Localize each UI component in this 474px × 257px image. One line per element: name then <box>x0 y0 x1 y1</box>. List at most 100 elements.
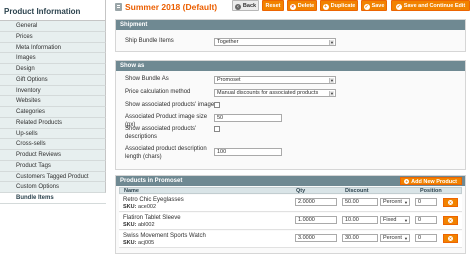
product-name: Swiss Movement Sports Watch <box>123 233 206 239</box>
image-size-input[interactable]: 50 <box>214 114 282 122</box>
save-check-icon: ✓ <box>363 4 370 10</box>
delete-icon: × <box>448 200 453 205</box>
discount-input[interactable]: 30.00 <box>342 234 378 242</box>
show-descriptions-label: Show associated products' descriptions <box>125 126 197 140</box>
sidebar-item-product-tags[interactable]: Product Tags <box>0 160 106 172</box>
products-section-title: Products in Promoset + Add New Product <box>116 176 465 186</box>
products-table-header: Name Qty Discount Position <box>119 187 462 194</box>
discount-input[interactable]: 50.00 <box>342 198 378 206</box>
delete-button[interactable]: × Delete <box>287 0 317 11</box>
save-button-label: Save <box>371 3 385 9</box>
price-calculation-select[interactable]: Manual discounts for associated products… <box>214 89 336 97</box>
table-row: Flatiron Tablet Sleeve SKU: abl002 1.000… <box>119 213 462 230</box>
sidebar-item-related-products[interactable]: Related Products <box>0 117 106 129</box>
discount-type-select[interactable]: Percent ▼ <box>380 234 410 242</box>
sidebar-item-categories[interactable]: Categories <box>0 107 106 118</box>
column-qty: Qty <box>296 188 306 194</box>
position-input[interactable]: 0 <box>415 234 437 242</box>
show-images-checkbox[interactable] <box>214 102 220 108</box>
products-section: Products in Promoset + Add New Product Na… <box>115 175 466 254</box>
show-as-section: Show as Show Bundle As Promoset ▼ Price … <box>115 60 466 170</box>
duplicate-button-label: Duplicate <box>330 3 356 9</box>
sidebar-item-websites[interactable]: Websites <box>0 96 106 107</box>
shipment-section-title: Shipment <box>116 20 465 30</box>
sidebar-title: Product Information <box>0 0 106 21</box>
sku-label: SKU: <box>123 240 137 246</box>
description-length-label: Associated product description length (c… <box>125 146 207 160</box>
sidebar-item-images[interactable]: Images <box>0 53 106 64</box>
position-input[interactable]: 0 <box>415 216 437 224</box>
save-and-continue-label: Save and Continue Edit <box>403 3 466 9</box>
duplicate-button[interactable]: + Duplicate <box>320 0 358 11</box>
chevron-down-icon: ▼ <box>329 78 334 83</box>
discount-type-select[interactable]: Percent ▼ <box>380 198 410 206</box>
sidebar-item-bundle-items[interactable]: Bundle Items <box>0 193 106 204</box>
sidebar-item-gift-options[interactable]: Gift Options <box>0 74 106 86</box>
back-arrow-icon: ‹ <box>234 4 241 10</box>
reset-button-label: Reset <box>265 3 281 9</box>
sidebar-item-meta-information[interactable]: Meta Information <box>0 42 106 54</box>
sidebar-item-general[interactable]: General <box>0 21 106 32</box>
sidebar-item-customers-tagged-product[interactable]: Customers Tagged Product <box>0 171 106 183</box>
products-section-title-text: Products in Promoset <box>120 178 183 184</box>
discount-type-value: Percent <box>383 235 402 241</box>
product-sku: SKU: acj005 <box>123 240 154 246</box>
price-calculation-value: Manual discounts for associated products <box>217 90 319 96</box>
position-input[interactable]: 0 <box>415 198 437 206</box>
column-name: Name <box>124 188 139 194</box>
delete-row-button[interactable]: × <box>443 234 458 243</box>
discount-type-value: Percent <box>383 199 402 205</box>
sidebar-item-design[interactable]: Design <box>0 64 106 75</box>
delete-button-label: Delete <box>297 3 315 9</box>
sidebar-item-product-reviews[interactable]: Product Reviews <box>0 150 106 161</box>
chevron-down-icon: ▼ <box>329 91 334 96</box>
delete-row-button[interactable]: × <box>443 216 458 225</box>
qty-input[interactable]: 1.0000 <box>295 216 337 224</box>
product-edit-icon <box>115 3 122 11</box>
delete-icon: × <box>289 4 296 10</box>
add-new-product-label: Add New Product <box>411 179 457 185</box>
qty-input[interactable]: 3.0000 <box>295 234 337 242</box>
sku-label: SKU: <box>123 204 137 210</box>
delete-icon: × <box>448 218 453 223</box>
page-title: Summer 2018 (Default) <box>125 2 218 12</box>
column-position: Position <box>420 188 442 194</box>
product-name: Flatiron Tablet Sleeve <box>123 215 181 221</box>
sku-value: abl002 <box>137 222 155 228</box>
ship-bundle-items-select[interactable]: Together ▼ <box>214 38 336 46</box>
show-images-label: Show associated products' images <box>125 102 218 108</box>
chevron-down-icon: ▼ <box>404 218 408 223</box>
save-and-continue-button[interactable]: ✓ Save and Continue Edit <box>391 0 470 11</box>
description-length-input[interactable]: 100 <box>214 148 282 156</box>
show-bundle-as-value: Promoset <box>217 77 241 83</box>
sidebar-item-up-sells[interactable]: Up-sells <box>0 128 106 140</box>
back-button[interactable]: ‹ Back <box>232 0 259 11</box>
reset-button[interactable]: Reset <box>262 0 284 11</box>
column-discount: Discount <box>345 188 369 194</box>
show-bundle-as-label: Show Bundle As <box>125 76 169 82</box>
back-button-label: Back <box>242 3 257 9</box>
chevron-down-icon: ▼ <box>404 236 408 241</box>
product-sku: SKU: ace002 <box>123 204 156 210</box>
ship-bundle-items-value: Together <box>217 39 239 45</box>
show-bundle-as-select[interactable]: Promoset ▼ <box>214 76 336 84</box>
shipment-section: Shipment Ship Bundle Items Together ▼ <box>115 19 466 52</box>
add-new-product-button[interactable]: + Add New Product <box>400 177 462 185</box>
show-descriptions-checkbox[interactable] <box>214 126 220 132</box>
sidebar-item-custom-options[interactable]: Custom Options <box>0 182 106 193</box>
chevron-down-icon: ▼ <box>329 40 334 45</box>
sidebar-item-prices[interactable]: Prices <box>0 31 106 43</box>
delete-row-button[interactable]: × <box>443 198 458 207</box>
discount-type-select[interactable]: Fixed ▼ <box>380 216 410 224</box>
chevron-down-icon: ▼ <box>404 200 408 205</box>
product-name: Retro Chic Eyeglasses <box>123 197 184 203</box>
table-row: Retro Chic Eyeglasses SKU: ace002 2.0000… <box>119 195 462 212</box>
sidebar-item-inventory[interactable]: Inventory <box>0 85 106 97</box>
ship-bundle-items-label: Ship Bundle Items <box>125 38 174 44</box>
save-button[interactable]: ✓ Save <box>361 0 387 11</box>
qty-input[interactable]: 2.0000 <box>295 198 337 206</box>
sidebar-item-cross-sells[interactable]: Cross-sells <box>0 139 106 150</box>
price-calculation-label: Price calculation method <box>125 89 191 95</box>
discount-input[interactable]: 10.00 <box>342 216 378 224</box>
add-icon: + <box>404 179 410 184</box>
